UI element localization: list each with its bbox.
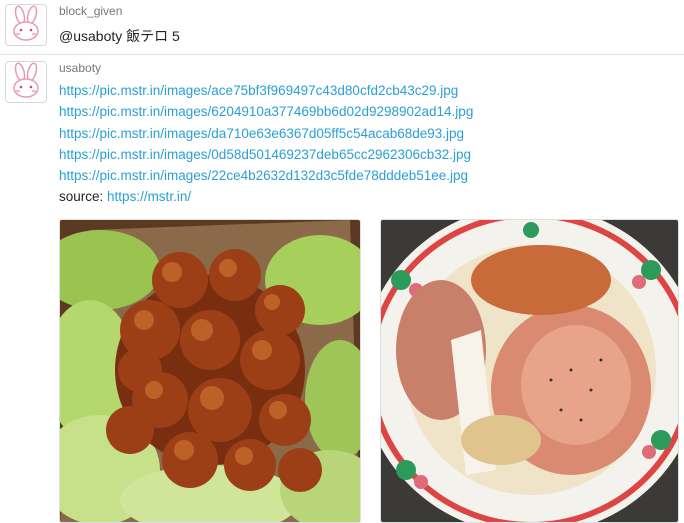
source-label: source:	[59, 189, 104, 205]
source-line: source: https://mstr.in/	[59, 186, 473, 207]
avatar[interactable]	[5, 61, 47, 103]
fried-chicken-photo	[60, 220, 360, 522]
avatar[interactable]	[5, 4, 47, 46]
timeline-post: block_given @usaboty 飯テロ 5	[0, 0, 684, 55]
image-thumbnail[interactable]	[59, 219, 361, 523]
image-link[interactable]: https://pic.mstr.in/images/6204910a37746…	[59, 101, 473, 122]
username[interactable]: block_given	[59, 4, 122, 18]
post-message: @usaboty 飯テロ 5	[59, 28, 180, 44]
image-link[interactable]: https://pic.mstr.in/images/22ce4b2632d13…	[59, 165, 473, 186]
image-thumbnail[interactable]	[380, 219, 679, 523]
image-link[interactable]: https://pic.mstr.in/images/da710e63e6367…	[59, 123, 473, 144]
username[interactable]: usaboty	[59, 61, 101, 75]
post-links: https://pic.mstr.in/images/ace75bf3f9694…	[59, 80, 473, 208]
image-link[interactable]: https://pic.mstr.in/images/0d58d50146923…	[59, 144, 473, 165]
image-link[interactable]: https://pic.mstr.in/images/ace75bf3f9694…	[59, 80, 473, 101]
noodle-bowl-photo	[381, 220, 678, 522]
rabbit-avatar-icon	[13, 62, 39, 98]
source-link[interactable]: https://mstr.in/	[107, 189, 191, 204]
rabbit-avatar-icon	[13, 5, 39, 41]
